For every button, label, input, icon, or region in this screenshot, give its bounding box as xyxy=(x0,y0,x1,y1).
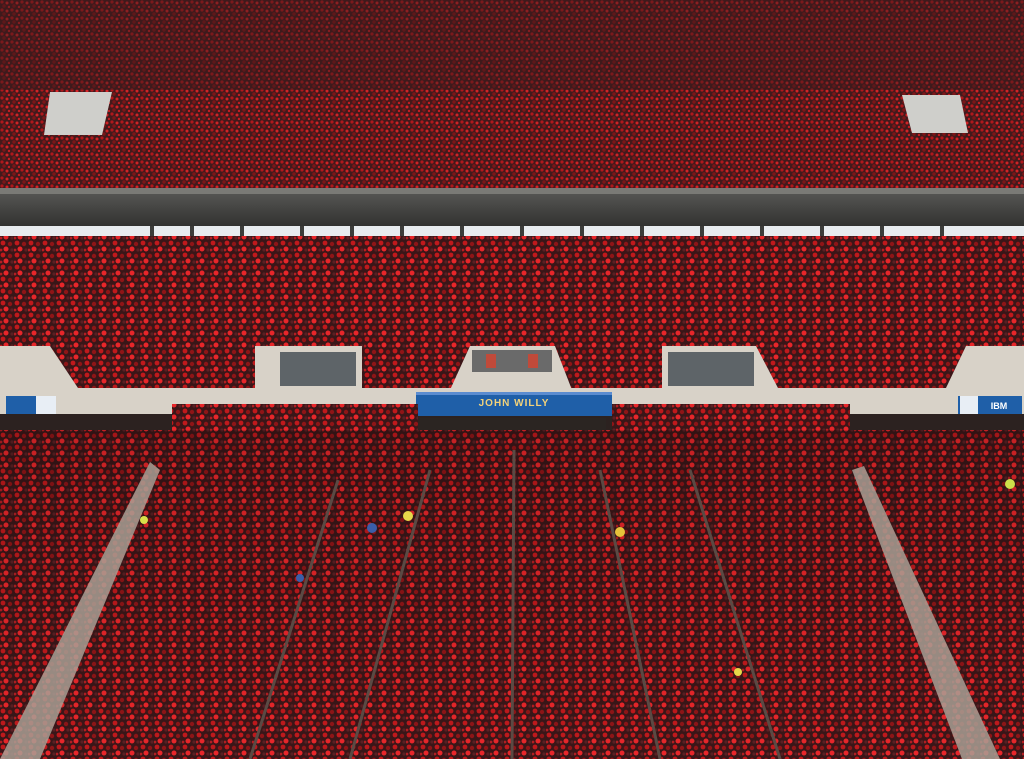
right-ribbon-text: IBM xyxy=(990,401,1008,411)
aisle-line-3 xyxy=(510,449,516,759)
left-ribbon-text xyxy=(8,398,34,414)
tier-overhang xyxy=(0,188,1024,230)
upper-tier-crowd xyxy=(0,90,1024,190)
stadium-illustration xyxy=(0,0,1024,759)
upper-tunnel-left xyxy=(44,92,112,135)
upper-tunnel-right xyxy=(902,95,968,133)
center-banner-text: JOHN WILLY xyxy=(478,398,550,409)
stadium-scene: JOHN WILLY IBM xyxy=(0,0,1024,759)
